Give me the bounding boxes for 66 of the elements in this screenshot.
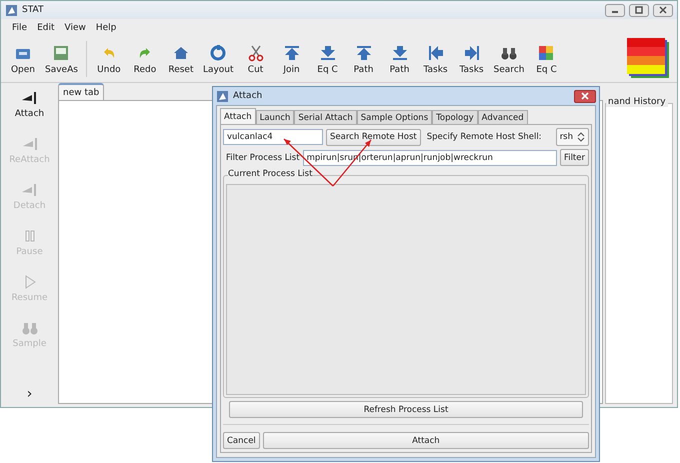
toolbar-button[interactable]: Tasks [418, 44, 454, 74]
toolbar-button[interactable]: Layout [198, 44, 238, 74]
tab[interactable]: Advanced [478, 110, 528, 124]
up-icon [354, 44, 373, 62]
toolbar-button[interactable]: Search [490, 44, 528, 74]
close-icon [581, 92, 589, 100]
menu-item[interactable]: Edit [32, 22, 60, 32]
toolbar-button[interactable]: Open [5, 44, 41, 74]
app-icon [5, 4, 18, 16]
cancel-button[interactable]: Cancel [223, 432, 260, 449]
toolbar-button[interactable]: Path [346, 44, 382, 74]
right-icon [462, 44, 481, 62]
left-icon [426, 44, 445, 62]
plug-icon [20, 136, 38, 152]
minimize-button[interactable] [605, 4, 625, 16]
save-icon [52, 44, 70, 62]
toolbar-button[interactable]: SaveAs [41, 44, 82, 74]
down-icon [390, 44, 409, 62]
sidebar-button[interactable]: Attach [8, 89, 50, 135]
window-title: STAT [22, 5, 44, 15]
maximize-button[interactable] [629, 4, 649, 16]
tab[interactable]: Sample Options [356, 110, 432, 124]
toolbar-button[interactable]: Undo [90, 44, 127, 74]
close-button[interactable] [574, 90, 596, 102]
menu-item[interactable]: View [60, 22, 91, 32]
search-button[interactable]: Search Remote Host [326, 128, 421, 146]
filter-button[interactable]: Filter [560, 149, 589, 166]
grid-icon [537, 44, 556, 62]
tab[interactable]: Attach [220, 108, 256, 124]
toolbar-button[interactable]: Eq C [528, 44, 564, 74]
tab[interactable]: Launch [256, 110, 294, 124]
tab[interactable]: Serial Attach [294, 110, 357, 124]
toolbar-button[interactable]: Path [382, 44, 418, 74]
plug-icon [20, 182, 38, 198]
toolbar-button[interactable]: Cut [238, 44, 274, 74]
scissors-icon [246, 44, 265, 62]
down-icon [318, 44, 337, 62]
tab[interactable]: Topology [432, 110, 478, 124]
toolbar-button[interactable]: Redo [126, 44, 163, 74]
tab[interactable]: new tab [58, 83, 104, 100]
spinner-icon [577, 131, 585, 143]
menu-item[interactable]: Help [90, 22, 122, 32]
close-icon [659, 6, 667, 14]
attach-button[interactable]: Attach [262, 432, 589, 449]
binoculars-icon [20, 320, 38, 336]
filter-label: Filter Process List [225, 152, 300, 162]
menu-item[interactable]: File [7, 22, 32, 32]
panel-title: nand History [606, 97, 668, 107]
up-icon [282, 44, 301, 62]
shell-label: Specify Remote Host Shell: [426, 132, 542, 142]
toolbar-button[interactable]: Reset [162, 44, 199, 74]
close-button[interactable] [653, 4, 673, 16]
refresh-icon [209, 44, 228, 62]
expand-button[interactable]: › [20, 385, 38, 403]
logo-icon [627, 38, 671, 80]
host-field[interactable]: vulcanlac4 [223, 129, 323, 145]
maximize-icon [635, 6, 643, 14]
group-title: Current Process List [228, 169, 312, 179]
toolbar-button[interactable]: Eq C [310, 44, 346, 74]
app-icon [216, 90, 229, 102]
refresh-button[interactable]: Refresh Process List [229, 401, 583, 418]
toolbar-button[interactable]: Tasks [454, 44, 490, 74]
toolbar-button[interactable]: Join [274, 44, 310, 74]
dialog-title: Attach [233, 91, 262, 101]
plug-icon [20, 90, 38, 106]
shell-dropdown[interactable]: rsh [556, 128, 589, 146]
